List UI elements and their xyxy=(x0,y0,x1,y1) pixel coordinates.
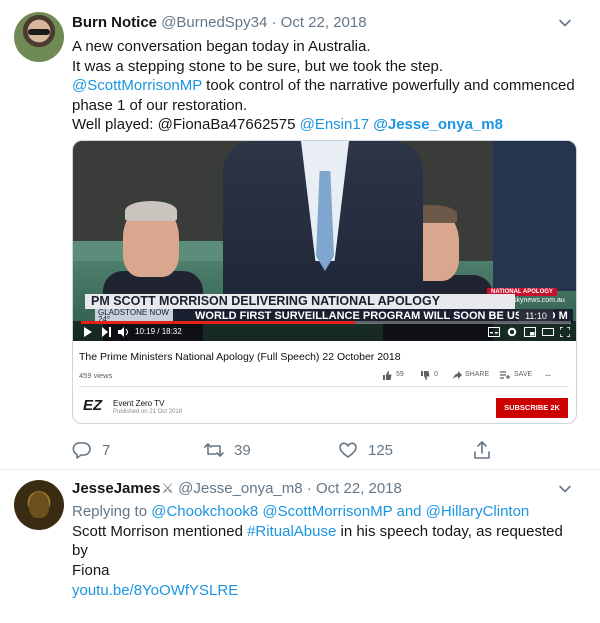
tweet-line: phase 1 of our restoration. xyxy=(72,96,248,114)
view-count: 459 views xyxy=(79,371,113,380)
tweet[interactable]: JesseJames⚔ @Jesse_onya_m8 · Oct 22, 201… xyxy=(0,470,600,623)
tweet-line: Scott Morrison mentioned #RitualAbuse in… xyxy=(72,522,582,561)
fullscreen-icon[interactable] xyxy=(560,327,570,337)
youtube-embed-card[interactable]: NATIONAL APOLOGY skynews.com.au PM SCOTT… xyxy=(72,140,577,424)
reply-count: 7 xyxy=(102,441,111,459)
captions-icon[interactable] xyxy=(488,327,500,337)
separator: · xyxy=(306,480,312,497)
crossed-swords-icon: ⚔ xyxy=(161,480,174,496)
tweet-actions: 7 39 125 xyxy=(72,438,577,462)
news-site: skynews.com.au xyxy=(513,297,565,304)
display-name[interactable]: JesseJames xyxy=(72,480,160,497)
settings-icon[interactable] xyxy=(507,327,517,337)
youtube-link[interactable]: youtu.be/8YoOWfYSLRE xyxy=(72,582,238,599)
progress-fill xyxy=(81,321,355,324)
chevron-down-icon[interactable] xyxy=(558,16,572,30)
publish-date: Published on 21 Oct 2018 xyxy=(113,409,183,415)
next-icon[interactable] xyxy=(101,327,111,337)
reply-context: Replying to @Chookchook8 @ScottMorrisonM… xyxy=(72,502,582,522)
thumbs-up-icon[interactable] xyxy=(383,371,392,380)
share-icon xyxy=(474,441,490,459)
like-count: 59 xyxy=(396,371,404,378)
tweet-text: A new conversation began today in Austra… xyxy=(72,37,582,135)
tweet-text-span: Well played: @FionaBa47662575 xyxy=(72,116,300,133)
like-count: 125 xyxy=(368,441,394,459)
tweet-date[interactable]: Oct 22, 2018 xyxy=(281,14,367,31)
retweet-action[interactable]: 39 xyxy=(204,438,251,462)
channel-logo[interactable]: EZ xyxy=(83,396,105,416)
mention-link[interactable]: @Jesse_onya_m8 xyxy=(373,116,503,133)
reply-icon xyxy=(72,442,91,459)
retweet-icon xyxy=(204,443,224,457)
tweet-line: Fiona xyxy=(72,561,110,579)
divider xyxy=(79,386,569,387)
video-scene xyxy=(493,141,576,291)
share-arrow-icon[interactable] xyxy=(453,371,462,379)
volume-icon[interactable] xyxy=(118,327,129,337)
share-button[interactable]: SHARE xyxy=(465,371,489,378)
chyron-headline: PM SCOTT MORRISON DELIVERING NATIONAL AP… xyxy=(85,294,515,309)
thumbs-down-icon[interactable] xyxy=(421,371,430,380)
dislike-count: 0 xyxy=(434,371,438,378)
tweet-date[interactable]: Oct 22, 2018 xyxy=(316,480,402,497)
video-timestamp: 10:19 / 18:32 xyxy=(135,327,182,336)
retweet-count: 39 xyxy=(234,441,251,459)
tweet-line: It was a stepping stone to be sure, but … xyxy=(72,57,444,75)
tweet-text-span: took control of the narrative powerfully… xyxy=(201,77,575,94)
mention-link[interactable]: @ScottMorrisonMP xyxy=(72,77,202,94)
like-action[interactable]: 125 xyxy=(338,438,393,462)
reply-action[interactable]: 7 xyxy=(72,438,110,462)
channel-name[interactable]: Event Zero TV xyxy=(113,399,164,408)
tweet-header: JesseJames⚔ @Jesse_onya_m8 · Oct 22, 201… xyxy=(72,478,402,499)
theater-icon[interactable] xyxy=(542,327,554,337)
heart-icon xyxy=(339,442,357,458)
tweet[interactable]: Burn Notice @BurnedSpy34 · Oct 22, 2018 … xyxy=(0,0,600,470)
reply-prefix: Replying to xyxy=(72,503,152,520)
tweet-line: @ScottMorrisonMP took control of the nar… xyxy=(72,76,582,96)
play-icon[interactable] xyxy=(83,327,93,337)
more-options-button[interactable]: ... xyxy=(545,371,551,378)
separator: · xyxy=(271,14,277,31)
hashtag-link[interactable]: #RitualAbuse xyxy=(247,523,336,540)
handle[interactable]: @BurnedSpy34 xyxy=(161,14,267,31)
save-button[interactable]: SAVE xyxy=(514,371,532,378)
avatar[interactable] xyxy=(14,480,64,530)
tweet-line: A new conversation began today in Austra… xyxy=(72,38,371,55)
miniplayer-icon[interactable] xyxy=(524,327,536,337)
mention-link[interactable]: @Ensin17 xyxy=(300,116,369,133)
handle[interactable]: @Jesse_onya_m8 xyxy=(178,480,302,497)
add-to-playlist-icon[interactable] xyxy=(500,371,510,379)
tweet-text-span: Scott Morrison mentioned xyxy=(72,522,248,540)
video-scene xyxy=(125,201,177,221)
tweet-line: Well played: @FionaBa47662575 @Ensin17 @… xyxy=(72,115,582,135)
video-frame[interactable]: NATIONAL APOLOGY skynews.com.au PM SCOTT… xyxy=(73,141,576,341)
share-action[interactable] xyxy=(472,438,502,462)
display-name[interactable]: Burn Notice xyxy=(72,14,157,31)
subscribe-button[interactable]: SUBSCRIBE 2K xyxy=(496,398,568,418)
avatar[interactable] xyxy=(14,12,64,62)
tweet-text: Replying to @Chookchook8 @ScottMorrisonM… xyxy=(72,502,582,580)
reply-mentions[interactable]: @Chookchook8 @ScottMorrisonMP and @Hilla… xyxy=(151,503,529,520)
video-title[interactable]: The Prime Ministers National Apology (Fu… xyxy=(79,351,401,363)
chevron-down-icon[interactable] xyxy=(558,482,572,496)
tweet-header: Burn Notice @BurnedSpy34 · Oct 22, 2018 xyxy=(72,13,367,33)
